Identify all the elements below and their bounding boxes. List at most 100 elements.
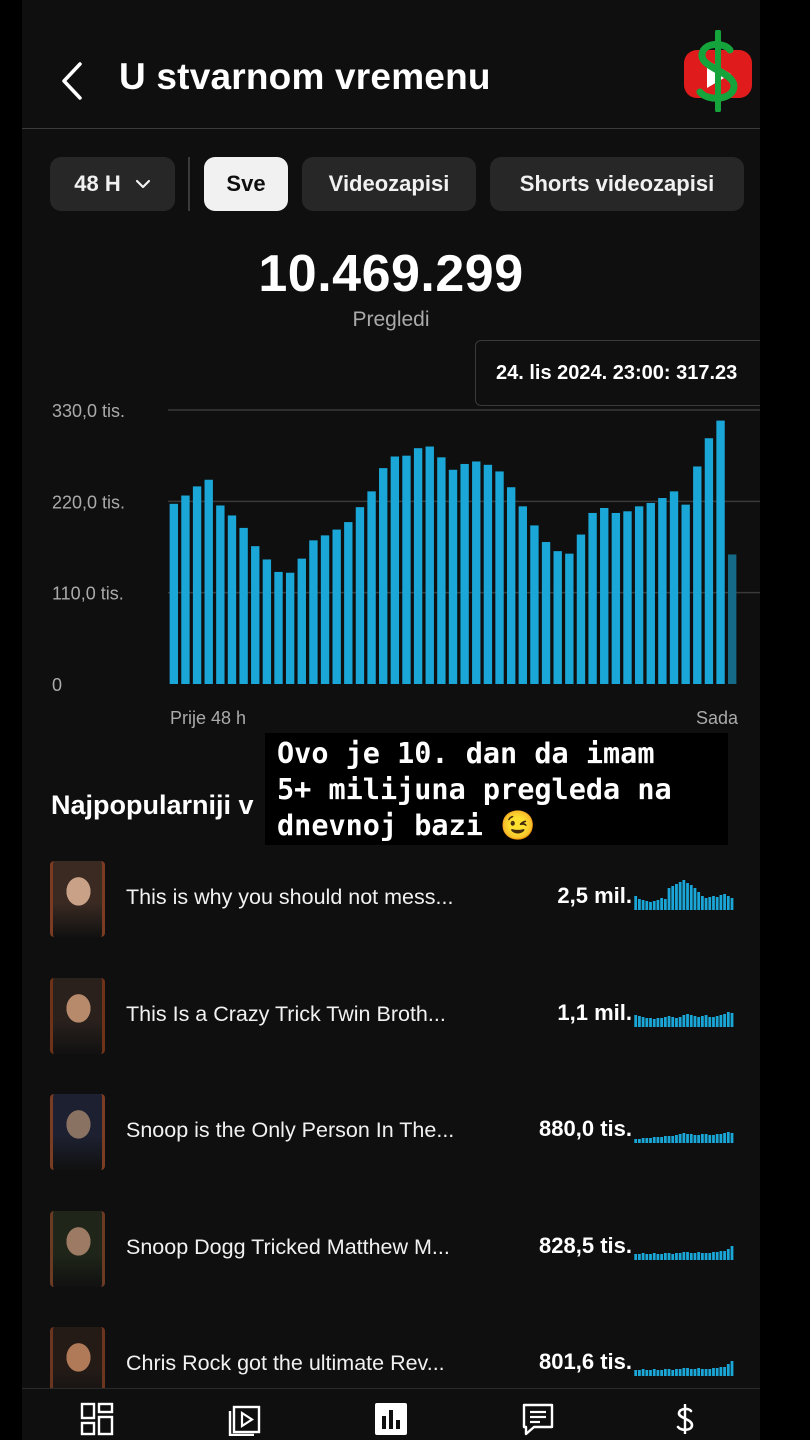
chart-bar[interactable] [611, 512, 621, 684]
sparkline-bar [715, 1015, 719, 1027]
chart-bar[interactable] [693, 466, 702, 684]
sparkline-bar [704, 1014, 708, 1027]
video-row[interactable]: Snoop Dogg Tricked Matthew M... 828,5 tis… [50, 1210, 750, 1287]
chart-bar[interactable] [320, 535, 330, 684]
chart-bar[interactable] [716, 420, 725, 684]
nav-analytics[interactable] [373, 1401, 409, 1437]
sparkline-bar [652, 1369, 656, 1376]
chart-bar[interactable] [192, 486, 202, 684]
sparkline-bar [634, 1253, 638, 1260]
chart-bar[interactable] [506, 487, 516, 684]
sparkline-bar [634, 896, 638, 910]
sparkline-bar [723, 1367, 726, 1376]
chart-bar[interactable] [239, 527, 248, 684]
story-text-overlay: Ovo je 10. dan da imam 5+ milijuna pregl… [265, 733, 728, 845]
chart-bar[interactable] [448, 469, 458, 684]
chart-bar[interactable] [413, 448, 423, 684]
sparkline-bar [719, 895, 723, 910]
sparkline-bar [671, 1136, 675, 1143]
sparkline-bar [689, 1369, 693, 1376]
chart-bar[interactable] [437, 457, 446, 684]
period-dropdown[interactable]: 48 H [50, 157, 175, 211]
chart-bar[interactable] [669, 491, 679, 684]
sparkline-bar [638, 1015, 641, 1027]
chart-bar[interactable] [204, 479, 213, 684]
chart-bar[interactable] [169, 503, 179, 684]
chart-bar-current[interactable] [728, 554, 737, 684]
nav-content[interactable] [226, 1401, 262, 1437]
chart-bar[interactable] [332, 529, 341, 684]
chart-bar[interactable] [658, 498, 667, 684]
sparkline-bar [726, 1011, 730, 1027]
sparkline-bar [693, 888, 697, 910]
sparkline-bar [686, 1134, 689, 1143]
video-row[interactable]: This Is a Crazy Trick Twin Broth... 1,1 m… [50, 977, 750, 1054]
chart-bar[interactable] [297, 558, 306, 684]
chart-bar[interactable] [285, 572, 295, 684]
video-thumbnail [50, 1210, 105, 1287]
chevron-left-icon [62, 62, 82, 100]
chart-bar[interactable] [274, 571, 283, 684]
sparkline-bar [656, 1137, 660, 1143]
sparkline-bar [641, 1138, 645, 1143]
sparkline-bar [715, 897, 719, 910]
sparkline-bar [719, 1367, 723, 1376]
chart-bar[interactable] [227, 515, 237, 684]
chart-bar[interactable] [704, 438, 714, 684]
chart-bar[interactable] [355, 507, 365, 684]
chart-bar[interactable] [541, 542, 551, 684]
nav-earn[interactable] [667, 1401, 703, 1437]
sparkline-bar [675, 1252, 678, 1260]
video-row[interactable]: Snoop is the Only Person In The... 880,0 … [50, 1094, 750, 1170]
sparkline-bar [686, 1251, 689, 1260]
chart-bar[interactable] [344, 522, 353, 684]
chart-bar[interactable] [262, 559, 272, 684]
chart-bar[interactable] [216, 505, 225, 684]
chart-bar[interactable] [530, 525, 539, 684]
chart-bar[interactable] [576, 534, 586, 684]
sparkline-bar [641, 1369, 645, 1376]
chart-bar[interactable] [390, 456, 400, 685]
sparkline-bar [715, 1134, 719, 1143]
sparkline-bar [675, 1135, 678, 1143]
chart-bar[interactable] [634, 506, 644, 684]
chart-bar[interactable] [425, 446, 434, 684]
nav-comments[interactable] [520, 1401, 556, 1437]
chart-bar[interactable] [181, 495, 190, 684]
sparkline-bar [663, 1136, 667, 1143]
back-button[interactable] [52, 58, 92, 104]
chart-bar[interactable] [518, 506, 527, 684]
sparkline-bar [730, 1245, 734, 1260]
chip-all[interactable]: Sve [204, 157, 288, 211]
chip-videos[interactable]: Videozapisi [302, 157, 476, 211]
chip-shorts[interactable]: Shorts videozapisi [490, 157, 744, 211]
sparkline-bar [700, 1134, 704, 1143]
sparkline-bar [723, 1133, 726, 1143]
chart-bar[interactable] [367, 491, 376, 684]
chart-bar[interactable] [553, 551, 562, 684]
video-row[interactable]: This is why you should not mess... 2,5 mi… [50, 861, 750, 937]
sparkline-bar [678, 1134, 682, 1143]
chart-bar[interactable] [251, 546, 260, 684]
chart-bar[interactable] [646, 502, 655, 684]
sparkline-bar [682, 1133, 686, 1143]
chart-bar[interactable] [483, 464, 493, 684]
chart-bar[interactable] [565, 553, 574, 684]
x-end-label: Sada [696, 708, 739, 728]
sparkline-bar [693, 1135, 697, 1143]
sparkline-bar [645, 1138, 649, 1143]
sparkline-bar [712, 1368, 715, 1376]
chart-bar[interactable] [623, 511, 632, 684]
chart-bar[interactable] [681, 504, 690, 684]
chart-bar[interactable] [379, 468, 388, 684]
chart-bar[interactable] [472, 461, 481, 684]
chart-bar[interactable] [309, 540, 318, 684]
views-bar-chart[interactable]: 330,0 tis. 220,0 tis. 110,0 tis. 0 Prije 48 … [22, 390, 760, 735]
chart-bar[interactable] [588, 512, 597, 684]
nav-dashboard[interactable] [79, 1401, 115, 1437]
chart-bar[interactable] [460, 463, 469, 684]
sparkline-bar [715, 1251, 719, 1260]
chart-bar[interactable] [402, 455, 411, 684]
chart-bar[interactable] [600, 507, 609, 684]
chart-bar[interactable] [495, 471, 504, 684]
